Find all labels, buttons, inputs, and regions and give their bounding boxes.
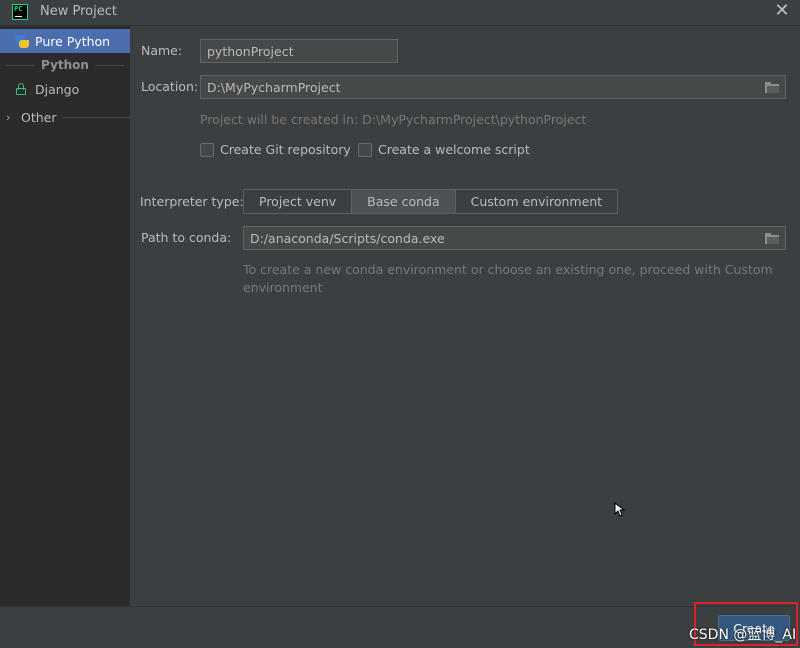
interpreter-option-project-venv[interactable]: Project venv	[244, 190, 353, 213]
folder-icon[interactable]	[765, 82, 779, 93]
project-settings-panel: Name: pythonProject Location: D:\MyPycha…	[130, 26, 800, 606]
interpreter-option-custom-environment[interactable]: Custom environment	[455, 190, 618, 213]
interpreter-type-selector: Project venv Base conda Custom environme…	[243, 189, 619, 214]
project-name-value: pythonProject	[207, 43, 294, 59]
mouse-cursor-icon	[614, 502, 626, 517]
other-label: Other	[21, 109, 57, 125]
sidebar-section-python: Python	[0, 56, 130, 74]
conda-hint-line2: environment	[243, 280, 323, 295]
sidebar-item-pure-python[interactable]: Pure Python	[0, 29, 130, 53]
python-icon	[14, 34, 29, 49]
welcome-script-label[interactable]: Create a welcome script	[378, 142, 530, 157]
interpreter-type-label: Interpreter type:	[140, 194, 244, 209]
welcome-script-checkbox[interactable]	[358, 143, 372, 157]
close-icon[interactable]: ✕	[772, 2, 792, 22]
project-name-field[interactable]: pythonProject	[200, 39, 398, 63]
conda-path-field[interactable]: D:/anaconda/Scripts/conda.exe	[243, 226, 786, 250]
title-bar: PC New Project ✕	[0, 0, 800, 26]
dialog-footer	[0, 606, 800, 648]
location-field[interactable]: D:\MyPycharmProject	[200, 75, 786, 99]
project-type-sidebar: Pure Python Python Django › Other	[0, 26, 130, 606]
interpreter-option-base-conda[interactable]: Base conda	[352, 190, 456, 213]
window-title: New Project	[40, 4, 117, 19]
location-value: D:\MyPycharmProject	[207, 79, 341, 95]
folder-icon[interactable]	[765, 233, 779, 244]
section-header-label: Python	[41, 58, 89, 72]
watermark: CSDN @蓝博_AI	[689, 627, 797, 643]
create-git-label[interactable]: Create Git repository	[220, 142, 351, 157]
sidebar-item-label: Pure Python	[35, 33, 111, 49]
lock-icon	[15, 83, 27, 95]
sidebar-item-label: Django	[35, 81, 80, 97]
conda-path-value: D:/anaconda/Scripts/conda.exe	[250, 230, 445, 246]
project-path-hint: Project will be created in: D:\MyPycharm…	[200, 112, 587, 127]
sidebar-group-other[interactable]: › Other	[0, 108, 130, 126]
create-git-checkbox[interactable]	[200, 143, 214, 157]
location-label: Location:	[141, 79, 199, 94]
conda-hint-line1: To create a new conda environment or cho…	[243, 262, 773, 277]
sidebar-item-django[interactable]: Django	[0, 77, 130, 101]
chevron-right-icon: ›	[6, 110, 11, 124]
pycharm-app-icon: PC	[12, 4, 28, 20]
conda-path-label: Path to conda:	[141, 230, 232, 245]
name-label: Name:	[141, 43, 183, 58]
